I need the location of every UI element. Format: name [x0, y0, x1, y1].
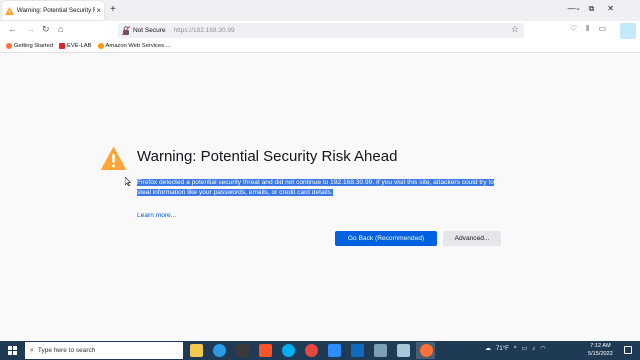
advanced-button[interactable]: Advanced...: [443, 231, 501, 246]
tab-close-icon[interactable]: ×: [96, 6, 101, 15]
brave-icon[interactable]: [259, 344, 272, 357]
aws-icon: [97, 43, 104, 49]
warning-icon: [5, 6, 14, 15]
outlook-icon[interactable]: [351, 344, 364, 357]
nav-toolbar: ← → ↻ ⌂ Not Secure https://192.168.30.99…: [0, 21, 640, 40]
bookmark-label: Getting Started: [14, 43, 53, 49]
weather-icon[interactable]: ☁: [485, 345, 491, 352]
maximize-button[interactable]: ⧉: [589, 4, 595, 14]
volume-icon[interactable]: ♪: [532, 346, 535, 352]
weather-temp[interactable]: 71°F: [496, 346, 509, 352]
system-tray: ☁ 71°F ^ ▭ ♪ ◠: [485, 345, 546, 353]
bookmarks-toolbar: Getting Started EVE-LAB Amazon Web Servi…: [0, 40, 640, 53]
page-title: Warning: Potential Security Risk Ahead: [137, 148, 398, 165]
library-icon[interactable]: ⫴: [586, 24, 589, 34]
clock[interactable]: 7:12 AM 5/15/2022: [588, 343, 613, 358]
search-placeholder: Type here to search: [37, 347, 96, 354]
notification-icon[interactable]: [624, 346, 632, 354]
not-secure-label: Not Secure: [133, 27, 166, 34]
eve-lab-icon: [59, 43, 65, 49]
bookmark-label: EVE-LAB: [67, 43, 92, 49]
forward-icon[interactable]: →: [26, 24, 35, 34]
windows-taskbar: ⌕ Type here to search ☁ 71°F ^ ▭ ♪ ◠ 7:1: [0, 341, 640, 360]
bookmark-eve-lab[interactable]: EVE-LAB: [59, 43, 92, 49]
bookmark-label: Amazon Web Services ...: [105, 43, 171, 49]
wifi-icon[interactable]: ◠: [540, 345, 545, 352]
bookmark-star-icon[interactable]: ☆: [511, 24, 519, 35]
edge-icon[interactable]: [213, 344, 226, 357]
chevron-up-icon[interactable]: ^: [514, 346, 517, 352]
selected-text: Firefox detected a potential security th…: [137, 179, 494, 196]
time-text: 7:12 AM: [590, 343, 611, 349]
sidebar-icon[interactable]: ▭: [599, 24, 607, 34]
learn-more-link[interactable]: Learn more...: [137, 212, 176, 219]
network-icon[interactable]: ▭: [522, 345, 528, 352]
file-explorer-icon[interactable]: [190, 344, 203, 357]
new-tab-button[interactable]: +: [110, 4, 116, 16]
mouse-cursor-icon: [125, 177, 131, 186]
url-text[interactable]: https://192.168.30.99: [174, 27, 235, 34]
windows-start-icon[interactable]: [8, 346, 17, 355]
go-back-button[interactable]: Go Back (Recommended): [335, 231, 437, 246]
bookmark-getting-started[interactable]: Getting Started: [6, 43, 53, 49]
tab-security-warning[interactable]: Warning: Potential Security Risk ×: [2, 1, 104, 20]
zoom-icon[interactable]: [328, 344, 341, 357]
reload-icon[interactable]: ↻: [42, 24, 50, 35]
warning-icon: [101, 147, 126, 170]
back-icon[interactable]: ←: [8, 24, 17, 34]
search-icon: ⌕: [30, 346, 34, 354]
pocket-icon[interactable]: ♡: [570, 24, 577, 34]
taskbar-search-box[interactable]: ⌕ Type here to search: [25, 342, 183, 359]
date-text: 5/15/2022: [588, 350, 613, 357]
home-icon[interactable]: ⌂: [58, 24, 63, 34]
tab-title: Warning: Potential Security Risk: [16, 7, 96, 14]
skype-icon[interactable]: [282, 344, 295, 357]
firefox-icon: [6, 43, 12, 49]
extension-avatar[interactable]: [620, 23, 636, 39]
app-icon[interactable]: [374, 344, 387, 357]
error-description: Firefox detected a potential security th…: [137, 178, 502, 197]
minimize-button[interactable]: —: [568, 4, 576, 14]
page-content: Warning: Potential Security Risk Ahead F…: [0, 54, 640, 341]
app-icon[interactable]: [397, 344, 410, 357]
bookmark-aws[interactable]: Amazon Web Services ...: [97, 43, 171, 49]
firefox-icon[interactable]: [420, 344, 433, 357]
tab-strip: Warning: Potential Security Risk × + ⌄ —…: [0, 0, 640, 21]
broken-lock-icon: [122, 26, 130, 35]
chrome-icon[interactable]: [305, 344, 318, 357]
store-icon[interactable]: [236, 344, 249, 357]
site-info-button[interactable]: Not Secure: [122, 26, 166, 35]
close-window-button[interactable]: ✕: [607, 4, 614, 14]
url-bar[interactable]: Not Secure https://192.168.30.99 ☆: [118, 23, 524, 38]
